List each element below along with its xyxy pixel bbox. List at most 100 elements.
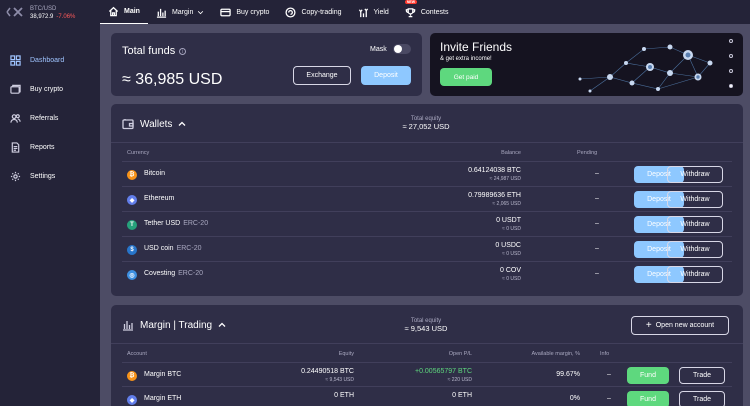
withdraw-button[interactable]: Withdraw xyxy=(667,166,723,183)
nav-buy-crypto[interactable]: Buy crypto xyxy=(212,0,277,24)
wallets-title: Wallets xyxy=(140,118,173,130)
wallets-card: Wallets Total equity ≈ 27,052 USD Curren… xyxy=(111,104,743,296)
reports-icon xyxy=(11,142,20,153)
margin-total-equity: Total equity ≈ 9,543 USD xyxy=(381,317,471,333)
nav-margin[interactable]: Margin xyxy=(148,0,212,24)
margin-header[interactable]: Margin | Trading xyxy=(122,319,226,331)
yield-icon xyxy=(358,7,368,17)
wallet-pending: – xyxy=(595,220,599,227)
trade-button[interactable]: Trade xyxy=(679,367,725,384)
covesting-coin-icon: ◎ xyxy=(127,270,137,280)
exchange-button[interactable]: Exchange xyxy=(293,66,351,85)
mask-control: Mask xyxy=(370,44,411,54)
wallet-network: ERC-20 xyxy=(183,220,209,227)
nav-main[interactable]: Main xyxy=(100,0,148,24)
sidebar-item-settings[interactable]: Settings xyxy=(0,162,100,191)
margin-title: Margin | Trading xyxy=(140,319,213,331)
margin-row: ₿ Margin BTC 0.24490518 BTC ≈ 9,543 USD +0.0… xyxy=(111,363,743,387)
balance-usd: ≈ 0 USD xyxy=(502,226,521,232)
withdraw-button[interactable]: Withdraw xyxy=(667,241,723,258)
sidebar-item-label: Dashboard xyxy=(30,57,65,64)
balance-usd: ≈ 24,987 USD xyxy=(489,176,521,182)
withdraw-button[interactable]: Withdraw xyxy=(667,266,723,283)
wallet-balance: 0 USDT ≈ 0 USD xyxy=(401,216,521,234)
margin-info: – xyxy=(607,371,611,378)
sidebar-item-buy-crypto[interactable]: Buy crypto xyxy=(0,75,100,104)
top-bar: BTC/USD 38,972.9 -7.06% Main Margin Buy c… xyxy=(0,0,750,24)
balance-usd: ≈ 0 USD xyxy=(502,251,521,257)
margin-row: ◆ Margin ETH 0 ETH 0 ETH 0% – Fund Trade xyxy=(111,387,743,406)
carousel-dot[interactable] xyxy=(729,54,733,58)
open-pl-usd: ≈ 220 USD xyxy=(447,377,472,383)
bar-chart-icon xyxy=(156,8,167,18)
wallet-row: ◆ Ethereum 0.79989636 ETH ≈ 2,065 USD – Depos… xyxy=(111,187,743,212)
sidebar-item-label: Settings xyxy=(30,173,56,180)
ticker-change: -7.06% xyxy=(56,14,76,20)
chevron-up-icon[interactable] xyxy=(218,321,226,329)
balance-amount: 0 USDT xyxy=(496,217,521,224)
btc-ticker[interactable]: BTC/USD 38,972.9 -7.06% xyxy=(30,3,92,21)
wallet-row: T Tether USD ERC-20 0 USDT ≈ 0 USD – Deposit Wi… xyxy=(111,212,743,237)
carousel-dot[interactable] xyxy=(729,39,733,43)
sidebar-item-referrals[interactable]: Referrals xyxy=(0,104,100,133)
nav-yield[interactable]: Yield xyxy=(350,0,397,24)
chevron-up-icon[interactable] xyxy=(178,120,186,128)
open-pl-amount: 0 ETH xyxy=(452,392,472,399)
equity-amount: 0.24490518 BTC xyxy=(301,368,354,375)
column-header-equity: Equity xyxy=(338,351,354,357)
open-new-account-button[interactable]: + Open new account xyxy=(631,316,729,335)
info-icon[interactable]: i xyxy=(179,47,187,55)
column-header-pending: Pending xyxy=(577,150,598,156)
ticker-price: 38,972.9 xyxy=(30,14,54,20)
ticker-pair: BTC/USD xyxy=(30,6,57,12)
fund-button[interactable]: Fund xyxy=(627,391,669,406)
trade-button[interactable]: Trade xyxy=(679,391,725,406)
logo[interactable] xyxy=(0,0,30,24)
wallet-balance: 0.79989636 ETH ≈ 2,065 USD xyxy=(401,191,521,209)
wallets-header[interactable]: Wallets xyxy=(122,118,186,130)
sidebar-item-dashboard[interactable]: Dashboard xyxy=(0,46,100,75)
equity-value: ≈ 9,543 USD xyxy=(404,324,448,333)
plus-icon: + xyxy=(645,319,652,331)
balance-usd: ≈ 0 USD xyxy=(502,276,521,282)
card-icon xyxy=(220,8,232,16)
referrals-icon xyxy=(10,114,21,123)
mask-toggle[interactable] xyxy=(392,44,411,54)
margin-btc-coin-icon: ₿ xyxy=(127,371,137,381)
balance-amount: 0 USDC xyxy=(495,242,521,249)
tether-usd-coin-icon: T xyxy=(127,220,137,230)
divider xyxy=(111,343,743,344)
total-funds-card: Total funds i ≈ 36,985 USD Mask Exchange… xyxy=(111,33,422,96)
margin-available: 99.67% xyxy=(556,371,580,378)
invite-subtitle: & get extra income! xyxy=(440,56,492,62)
margin-equity: 0 ETH xyxy=(234,391,354,400)
sidebar: Dashboard Buy crypto Referrals Reports S… xyxy=(0,24,100,406)
main-nav: Main Margin Buy crypto Copy-trading Yiel… xyxy=(100,0,456,24)
sidebar-item-label: Reports xyxy=(30,144,55,151)
carousel-dots xyxy=(729,39,733,96)
carousel-dot[interactable] xyxy=(729,69,733,73)
column-header-open-pl: Open P/L xyxy=(448,351,472,357)
invite-banner[interactable]: Invite Friends & get extra income! Get p… xyxy=(430,33,743,96)
wallet-name: Tether USD ERC-20 xyxy=(144,220,208,227)
usd-coin-coin-icon: $ xyxy=(127,245,137,255)
sidebar-item-reports[interactable]: Reports xyxy=(0,133,100,162)
withdraw-button[interactable]: Withdraw xyxy=(667,191,723,208)
wallet-row: ₿ Bitcoin 0.64124038 BTC ≈ 24,987 USD – Depos… xyxy=(111,162,743,187)
withdraw-button[interactable]: Withdraw xyxy=(667,216,723,233)
fund-button[interactable]: Fund xyxy=(627,367,669,384)
get-paid-button[interactable]: Get paid xyxy=(440,68,492,86)
margin-open-pl: 0 ETH xyxy=(352,391,472,400)
equity-amount: 0 ETH xyxy=(334,392,354,399)
carousel-dot-active[interactable] xyxy=(729,84,733,88)
sidebar-item-label: Buy crypto xyxy=(30,86,64,93)
nav-contests[interactable]: NEW Contests xyxy=(397,0,457,24)
dashboard-icon xyxy=(10,55,21,66)
total-funds-title: Total funds i xyxy=(122,45,187,57)
margin-equity: 0.24490518 BTC ≈ 9,543 USD xyxy=(234,367,354,385)
nav-copy-trading[interactable]: Copy-trading xyxy=(277,0,349,24)
copy-trading-icon xyxy=(285,6,296,18)
deposit-button[interactable]: Deposit xyxy=(361,66,411,85)
buy-crypto-icon xyxy=(10,84,21,94)
wallet-name-label: USD coin xyxy=(144,245,174,252)
